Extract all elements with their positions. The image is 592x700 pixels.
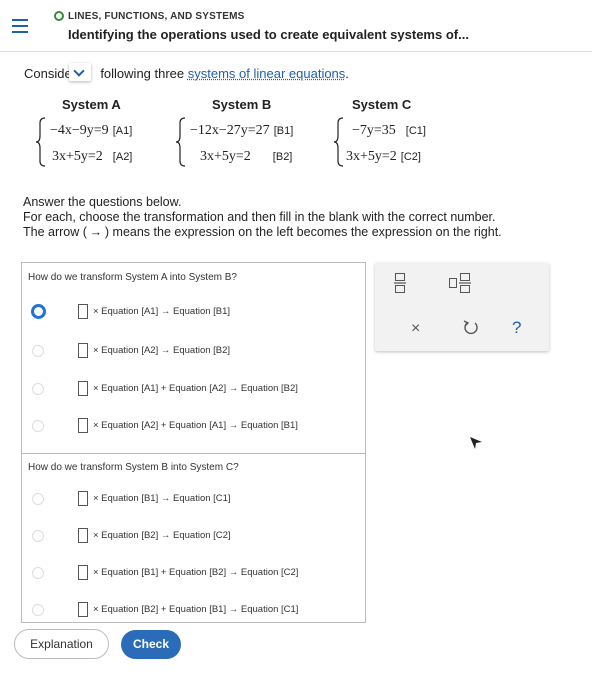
equation-a2-expression: 3x+5y=2: [52, 149, 103, 164]
equation-c2-tag: [C2]: [400, 151, 421, 163]
option-label: × Equation [A1] → Equation [B1]: [93, 306, 231, 317]
answer-option[interactable]: × Equation [A2] → Equation [B2]: [22, 342, 362, 362]
equation-a1-tag: [A1]: [112, 125, 133, 137]
left-brace-icon: [334, 117, 344, 167]
equation-b1-tag: [B1]: [273, 125, 294, 137]
number-blank-input[interactable]: [78, 565, 88, 580]
top-bar: LINES, FUNCTIONS, AND SYSTEMS Identifyin…: [0, 0, 592, 52]
option-label: × Equation [B1] → Equation [C1]: [93, 493, 231, 504]
equation-c2: 3x+5y=2 [C2]: [346, 149, 421, 165]
instructions-line-2: For each, choose the transformation and …: [23, 210, 496, 224]
system-b-heading: System B: [212, 97, 272, 112]
number-blank-input[interactable]: [78, 528, 88, 543]
instructions-line-1: Answer the questions below.: [23, 195, 182, 209]
left-brace-icon: [176, 117, 186, 167]
option-label: × Equation [A1] + Equation [A2] → Equati…: [93, 383, 298, 394]
radio-button[interactable]: [32, 530, 44, 542]
question-section-b-to-c: How do we transform System B into System…: [22, 454, 365, 622]
topic-label: LINES, FUNCTIONS, AND SYSTEMS: [54, 11, 245, 22]
instructions-line-3: The arrow (→) means the expression on th…: [23, 225, 502, 239]
radio-button[interactable]: [32, 604, 44, 616]
number-blank-input[interactable]: [78, 343, 88, 358]
number-blank-input[interactable]: [78, 418, 88, 433]
lesson-title: Identifying the operations used to creat…: [68, 27, 469, 42]
fraction-icon[interactable]: [394, 272, 406, 294]
collapse-chevron-icon[interactable]: [68, 63, 91, 81]
option-label: × Equation [A2] + Equation [A1] → Equati…: [93, 420, 298, 431]
system-a-heading: System A: [62, 97, 121, 112]
question-section-a-to-b: How do we transform System A into System…: [22, 263, 365, 454]
equation-b2-expression: 3x+5y=2: [200, 149, 251, 164]
system-b: −12x−27y=27 [B1] 3x+5y=2 [B2]: [176, 117, 326, 173]
answer-option[interactable]: × Equation [B1] → Equation [C1]: [22, 490, 362, 510]
option-label: × Equation [A2] → Equation [B2]: [93, 345, 231, 356]
radio-button[interactable]: [32, 420, 44, 432]
mixed-number-icon[interactable]: [449, 272, 471, 294]
answer-option[interactable]: × Equation [B2] + Equation [B1] → Equati…: [22, 601, 362, 621]
question-title: How do we transform System B into System…: [28, 462, 239, 473]
question-panel: How do we transform System A into System…: [21, 262, 366, 623]
undo-icon[interactable]: [462, 319, 480, 337]
topic-status-icon: [54, 11, 64, 21]
answer-option[interactable]: × Equation [A1] → Equation [B1]: [22, 303, 362, 323]
prompt-text-middle: following three: [96, 66, 188, 81]
equation-c1-tag: [C1]: [405, 125, 426, 137]
right-arrow-icon: →: [89, 225, 103, 239]
menu-icon[interactable]: [12, 19, 28, 33]
equation-b2-tag: [B2]: [272, 151, 293, 163]
radio-button[interactable]: [32, 493, 44, 505]
equation-b1: −12x−27y=27 [B1]: [190, 123, 293, 139]
equation-b1-expression: −12x−27y=27: [190, 123, 270, 138]
help-button[interactable]: ?: [512, 318, 521, 338]
answer-option[interactable]: × Equation [A2] + Equation [A1] → Equati…: [22, 417, 362, 437]
radio-button[interactable]: [32, 383, 44, 395]
radio-button[interactable]: [32, 567, 44, 579]
instructions: Answer the questions below. For each, ch…: [23, 195, 502, 240]
prompt-text-end: .: [345, 66, 349, 81]
equation-a1: −4x−9y=9 [A1]: [50, 123, 132, 139]
system-a: −4x−9y=9 [A1] 3x+5y=2 [A2]: [36, 117, 166, 173]
question-prompt: Conside following three systems of linea…: [24, 63, 349, 81]
math-tools-palette: × ?: [375, 263, 549, 351]
system-c-heading: System C: [352, 97, 412, 112]
number-blank-input[interactable]: [78, 304, 88, 319]
option-label: × Equation [B2] + Equation [B1] → Equati…: [93, 604, 299, 615]
number-blank-input[interactable]: [78, 602, 88, 617]
radio-button[interactable]: [32, 345, 44, 357]
radio-button-selected[interactable]: [31, 304, 46, 319]
answer-option[interactable]: × Equation [B1] + Equation [B2] → Equati…: [22, 564, 362, 584]
system-c: −7y=35 [C1] 3x+5y=2 [C2]: [334, 117, 464, 173]
equation-a1-expression: −4x−9y=9: [50, 123, 109, 138]
check-button[interactable]: Check: [121, 630, 181, 659]
equation-a2-tag: [A2]: [112, 151, 133, 163]
question-title: How do we transform System A into System…: [28, 272, 237, 283]
equation-c1: −7y=35 [C1]: [352, 123, 426, 139]
topic-text: LINES, FUNCTIONS, AND SYSTEMS: [68, 11, 245, 22]
option-label: × Equation [B2] → Equation [C2]: [93, 530, 231, 541]
systems-definition-link[interactable]: systems of linear equations: [188, 66, 346, 81]
answer-option[interactable]: × Equation [B2] → Equation [C2]: [22, 527, 362, 547]
left-brace-icon: [36, 117, 46, 167]
equation-c2-expression: 3x+5y=2: [346, 149, 397, 164]
option-label: × Equation [B1] + Equation [B2] → Equati…: [93, 567, 299, 578]
mouse-pointer-icon: [470, 437, 482, 449]
clear-button[interactable]: ×: [411, 320, 420, 338]
number-blank-input[interactable]: [78, 491, 88, 506]
equation-a2: 3x+5y=2 [A2]: [52, 149, 132, 165]
equation-b2: 3x+5y=2 [B2]: [200, 149, 292, 165]
prompt-text-start: Conside: [24, 66, 72, 81]
equation-c1-expression: −7y=35: [352, 123, 396, 138]
explanation-button[interactable]: Explanation: [14, 629, 109, 659]
answer-option[interactable]: × Equation [A1] + Equation [A2] → Equati…: [22, 380, 362, 400]
number-blank-input[interactable]: [78, 381, 88, 396]
